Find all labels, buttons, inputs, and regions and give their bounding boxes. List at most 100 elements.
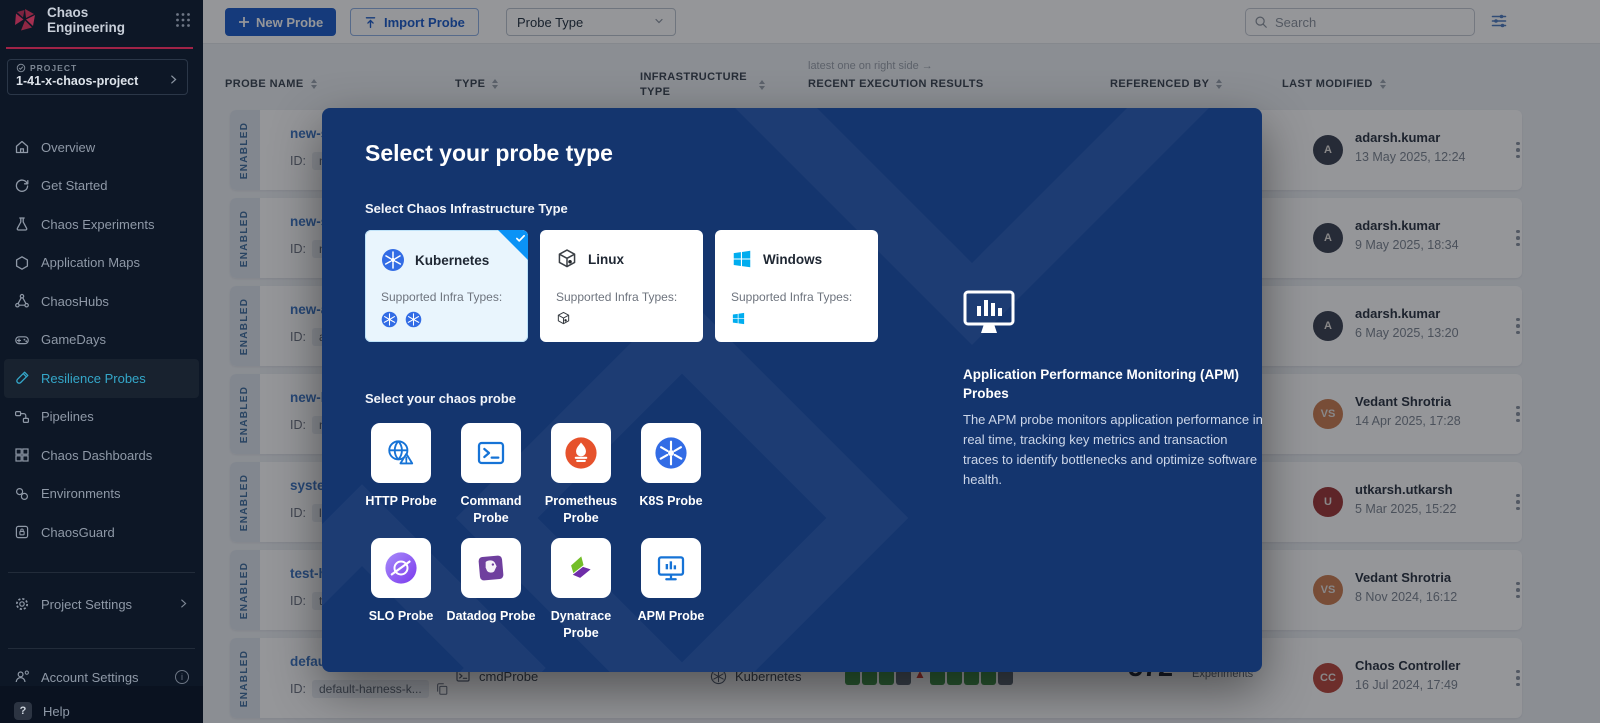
pipeline-icon [14,409,30,425]
probe-tile-slo[interactable] [371,538,431,598]
guard-lock-icon [14,524,30,540]
divider [8,572,195,573]
k8s-probe-icon [654,436,688,470]
probe-type-modal: Select your probe type Select Chaos Infr… [322,108,1262,672]
windows-icon [731,248,753,270]
probe-tile-label: Prometheus Probe [533,493,629,527]
sidebar-item-chaos-dashboards[interactable]: Chaos Dashboards [0,436,203,475]
kubernetes-icon [381,248,405,272]
infra-section-label: Select Chaos Infrastructure Type [365,201,568,216]
windows-icon [731,311,746,326]
info-icon: i [175,670,189,684]
probe-tile-apm[interactable] [641,538,701,598]
sidebar-item-chaoshubs[interactable]: ChaosHubs [0,282,203,321]
sidebar-item-help[interactable]: ? Help [0,692,203,723]
project-selector[interactable]: PROJECT 1-41-x-chaos-project [7,59,188,95]
infra-card-name: Windows [763,252,822,267]
project-label: PROJECT [30,63,77,73]
infra-card-name: Linux [588,252,624,267]
hub-network-icon [14,293,30,309]
probe-tile-k8s[interactable] [641,423,701,483]
chevron-right-icon [178,597,189,612]
chevron-right-icon [168,72,179,90]
flask-icon [14,216,30,232]
probe-section-label: Select your chaos probe [365,391,516,406]
prometheus-probe-icon [564,436,598,470]
apm-probe-icon [655,552,687,584]
probe-test-tube-icon [14,370,30,386]
divider [8,648,195,649]
sidebar-item-project-settings[interactable]: Project Settings [0,585,203,623]
selected-check-badge [498,230,528,260]
help-icon: ? [14,702,32,720]
dynatrace-probe-icon [564,551,598,585]
sidebar-item-label: Get Started [41,178,107,193]
sidebar-item-label: Environments [41,486,120,501]
infra-card-linux[interactable]: Linux Supported Infra Types: [540,230,703,342]
probe-tile-datadog[interactable] [461,538,521,598]
dashboard-grid-icon [14,447,30,463]
kubernetes-icon [405,311,422,328]
module-grid-icon[interactable] [175,12,191,28]
gamepad-icon [14,332,30,348]
brand-divider [6,47,193,49]
gear-icon [14,596,30,612]
probe-tile-label: Command Probe [443,493,539,527]
sidebar-nav: Overview Get Started Chaos Experiments A… [0,128,203,552]
probe-tile-label: Dynatrace Probe [533,608,629,642]
probe-tile-label: HTTP Probe [353,493,449,510]
linux-icon [556,311,571,326]
sidebar-item-label: Help [43,704,70,719]
sidebar-item-chaos-experiments[interactable]: Chaos Experiments [0,205,203,244]
sidebar-item-label: ChaosGuard [41,525,115,540]
sidebar-item-label: ChaosHubs [41,294,109,309]
sidebar-item-label: Resilience Probes [41,371,146,386]
monitor-icon [963,290,1015,338]
sidebar-item-label: Account Settings [41,670,139,685]
infra-card-kubernetes[interactable]: Kubernetes Supported Infra Types: [365,230,528,342]
probe-tile-label: Datadog Probe [443,608,539,625]
supported-infra-label: Supported Infra Types: [381,290,502,304]
supported-infra-icons [381,311,422,328]
apm-info-body: The APM probe monitors application perfo… [963,410,1262,491]
sidebar-item-label: Pipelines [41,409,94,424]
hexagon-icon [14,255,30,271]
infra-card-windows[interactable]: Windows Supported Infra Types: [715,230,878,342]
sidebar-item-application-maps[interactable]: Application Maps [0,244,203,283]
probe-tile-command[interactable] [461,423,521,483]
supported-infra-label: Supported Infra Types: [731,290,852,304]
project-name: 1-41-x-chaos-project [16,74,179,88]
sidebar-item-label: Project Settings [41,597,132,612]
probe-tile-http[interactable] [371,423,431,483]
sidebar-item-resilience-probes[interactable]: Resilience Probes [4,359,199,398]
probe-tile-dynatrace[interactable] [551,538,611,598]
probe-tile-label: SLO Probe [353,608,449,625]
sidebar: Chaos Engineering PROJECT 1-41-x-chaos-p… [0,0,203,723]
sidebar-item-overview[interactable]: Overview [0,128,203,167]
slo-probe-icon [384,551,418,585]
sidebar-item-label: Overview [41,140,95,155]
project-icon [16,63,26,73]
linux-icon [556,248,578,270]
sidebar-item-environments[interactable]: Environments [0,475,203,514]
probe-tile-prometheus[interactable] [551,423,611,483]
sidebar-item-get-started[interactable]: Get Started [0,167,203,206]
supported-infra-icons [556,311,571,326]
sidebar-item-chaosguard[interactable]: ChaosGuard [0,513,203,552]
probe-tile-label: APM Probe [623,608,719,625]
app-title: Chaos Engineering [47,5,166,35]
sidebar-item-label: GameDays [41,332,106,347]
sidebar-item-gamedays[interactable]: GameDays [0,321,203,360]
sidebar-item-label: Chaos Experiments [41,217,154,232]
infra-card-name: Kubernetes [415,253,489,268]
command-probe-icon [475,437,507,469]
http-probe-icon [385,437,417,469]
chaos-engineering-app: New Probe Import Probe Probe Type [0,0,1600,723]
sidebar-item-pipelines[interactable]: Pipelines [0,398,203,437]
get-started-icon [14,178,30,194]
datadog-probe-icon [475,552,507,584]
apm-info-heading: Application Performance Monitoring (APM)… [963,366,1262,404]
chaos-engineering-logo-icon [12,7,38,33]
home-icon [14,139,30,155]
sidebar-item-label: Application Maps [41,255,140,270]
